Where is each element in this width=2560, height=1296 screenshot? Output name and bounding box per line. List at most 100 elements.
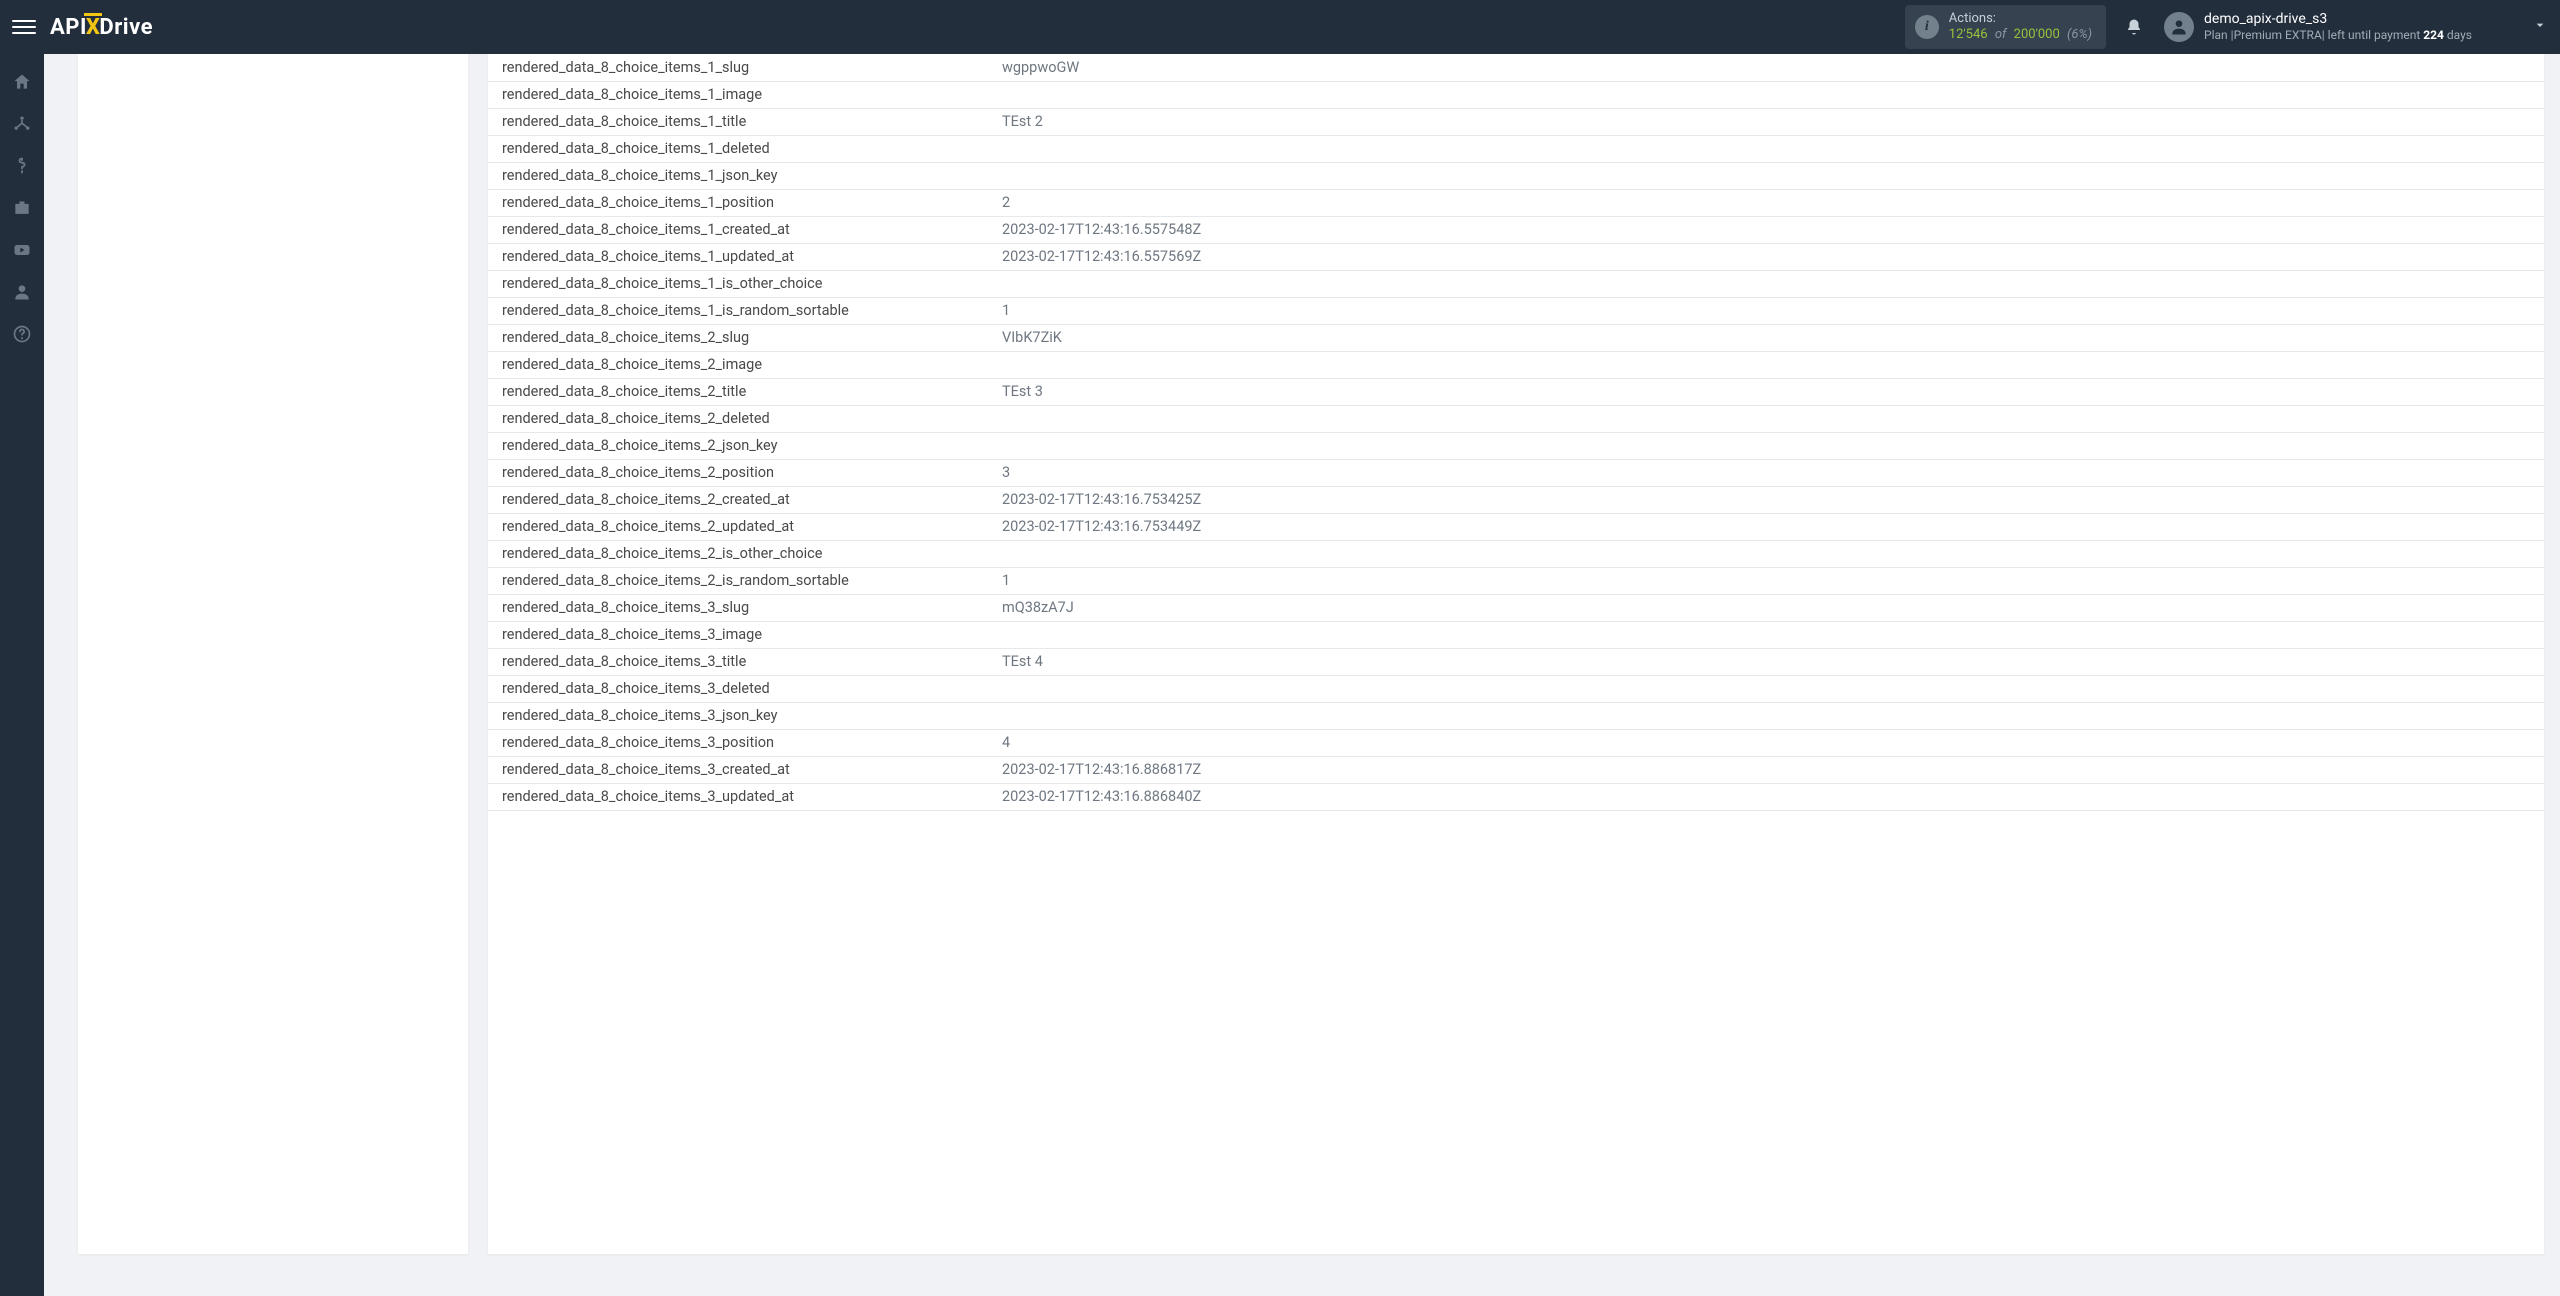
- row-key: rendered_data_8_choice_items_3_slug: [488, 594, 988, 621]
- row-value: [988, 702, 2544, 729]
- table-row: rendered_data_8_choice_items_1_slugwgppw…: [488, 54, 2544, 81]
- info-icon: i: [1915, 15, 1939, 39]
- table-row: rendered_data_8_choice_items_1_image: [488, 81, 2544, 108]
- row-key: rendered_data_8_choice_items_3_title: [488, 648, 988, 675]
- left-sidebar: [0, 54, 44, 1296]
- row-value: wgppwoGW: [988, 54, 2544, 81]
- row-key: rendered_data_8_choice_items_2_deleted: [488, 405, 988, 432]
- logo-api: API: [50, 15, 87, 40]
- row-value: [988, 432, 2544, 459]
- row-value: mQ38zA7J: [988, 594, 2544, 621]
- table-row: rendered_data_8_choice_items_2_json_key: [488, 432, 2544, 459]
- table-row: rendered_data_8_choice_items_3_created_a…: [488, 756, 2544, 783]
- row-value: 2023-02-17T12:43:16.557569Z: [988, 243, 2544, 270]
- row-key: rendered_data_8_choice_items_1_updated_a…: [488, 243, 988, 270]
- sidebar-account[interactable]: [4, 274, 40, 310]
- row-value: [988, 81, 2544, 108]
- row-key: rendered_data_8_choice_items_1_title: [488, 108, 988, 135]
- table-row: rendered_data_8_choice_items_1_is_random…: [488, 297, 2544, 324]
- row-key: rendered_data_8_choice_items_2_is_random…: [488, 567, 988, 594]
- sidebar-home[interactable]: [4, 64, 40, 100]
- table-row: rendered_data_8_choice_items_1_deleted: [488, 135, 2544, 162]
- actions-label: Actions:: [1949, 11, 2092, 27]
- row-value: 4: [988, 729, 2544, 756]
- row-value: TEst 3: [988, 378, 2544, 405]
- table-row: rendered_data_8_choice_items_1_is_other_…: [488, 270, 2544, 297]
- table-row: rendered_data_8_choice_items_3_titleTEst…: [488, 648, 2544, 675]
- actions-of: of: [1995, 27, 2007, 42]
- user-meta: demo_apix-drive_s3 Plan |Premium EXTRA| …: [2204, 11, 2472, 44]
- user-menu[interactable]: demo_apix-drive_s3 Plan |Premium EXTRA| …: [2164, 11, 2472, 44]
- row-value: 3: [988, 459, 2544, 486]
- table-row: rendered_data_8_choice_items_2_updated_a…: [488, 513, 2544, 540]
- row-value: 2023-02-17T12:43:16.557548Z: [988, 216, 2544, 243]
- left-panel: [78, 54, 468, 1254]
- user-plan: Plan |Premium EXTRA| left until payment …: [2204, 28, 2472, 43]
- sidebar-connections[interactable]: [4, 106, 40, 142]
- menu-toggle-button[interactable]: [12, 15, 36, 39]
- table-row: rendered_data_8_choice_items_1_position2: [488, 189, 2544, 216]
- row-value: 2023-02-17T12:43:16.886840Z: [988, 783, 2544, 810]
- chevron-down-icon[interactable]: [2532, 17, 2548, 37]
- row-value: 2023-02-17T12:43:16.753449Z: [988, 513, 2544, 540]
- logo[interactable]: APIXDrive: [50, 15, 153, 40]
- row-key: rendered_data_8_choice_items_1_is_other_…: [488, 270, 988, 297]
- row-key: rendered_data_8_choice_items_2_is_other_…: [488, 540, 988, 567]
- row-key: rendered_data_8_choice_items_2_image: [488, 351, 988, 378]
- row-key: rendered_data_8_choice_items_2_json_key: [488, 432, 988, 459]
- user-name: demo_apix-drive_s3: [2204, 11, 2472, 29]
- sidebar-help[interactable]: [4, 316, 40, 352]
- sidebar-billing[interactable]: [4, 148, 40, 184]
- actions-pct: (6%): [2067, 27, 2092, 42]
- row-value: 2023-02-17T12:43:16.753425Z: [988, 486, 2544, 513]
- row-key: rendered_data_8_choice_items_1_created_a…: [488, 216, 988, 243]
- sidebar-briefcase[interactable]: [4, 190, 40, 226]
- row-key: rendered_data_8_choice_items_2_position: [488, 459, 988, 486]
- row-key: rendered_data_8_choice_items_3_json_key: [488, 702, 988, 729]
- row-value: [988, 162, 2544, 189]
- row-value: [988, 135, 2544, 162]
- actions-badge[interactable]: i Actions: 12'546 of 200'000 (6%): [1905, 5, 2106, 48]
- table-row: rendered_data_8_choice_items_2_position3: [488, 459, 2544, 486]
- actions-total: 200'000: [2014, 27, 2060, 42]
- table-row: rendered_data_8_choice_items_2_is_other_…: [488, 540, 2544, 567]
- data-table: rendered_data_8_choice_items_1_slugwgppw…: [488, 54, 2544, 811]
- row-value: 2: [988, 189, 2544, 216]
- row-key: rendered_data_8_choice_items_2_slug: [488, 324, 988, 351]
- row-value: [988, 270, 2544, 297]
- table-row: rendered_data_8_choice_items_2_created_a…: [488, 486, 2544, 513]
- logo-x: X: [86, 15, 101, 40]
- table-row: rendered_data_8_choice_items_1_created_a…: [488, 216, 2544, 243]
- row-key: rendered_data_8_choice_items_1_position: [488, 189, 988, 216]
- sidebar-video[interactable]: [4, 232, 40, 268]
- avatar-icon: [2164, 12, 2194, 42]
- table-row: rendered_data_8_choice_items_1_json_key: [488, 162, 2544, 189]
- actions-count: 12'546: [1949, 27, 1988, 42]
- row-value: TEst 4: [988, 648, 2544, 675]
- table-row: rendered_data_8_choice_items_2_deleted: [488, 405, 2544, 432]
- table-row: rendered_data_8_choice_items_2_image: [488, 351, 2544, 378]
- table-row: rendered_data_8_choice_items_3_json_key: [488, 702, 2544, 729]
- table-row: rendered_data_8_choice_items_2_is_random…: [488, 567, 2544, 594]
- row-key: rendered_data_8_choice_items_3_updated_a…: [488, 783, 988, 810]
- row-key: rendered_data_8_choice_items_3_deleted: [488, 675, 988, 702]
- row-key: rendered_data_8_choice_items_3_position: [488, 729, 988, 756]
- main-content: rendered_data_8_choice_items_1_slugwgppw…: [44, 54, 2560, 1296]
- table-row: rendered_data_8_choice_items_3_slugmQ38z…: [488, 594, 2544, 621]
- data-panel: rendered_data_8_choice_items_1_slugwgppw…: [488, 54, 2544, 1254]
- table-row: rendered_data_8_choice_items_1_titleTEst…: [488, 108, 2544, 135]
- row-value: VIbK7ZiK: [988, 324, 2544, 351]
- row-key: rendered_data_8_choice_items_1_deleted: [488, 135, 988, 162]
- row-key: rendered_data_8_choice_items_2_title: [488, 378, 988, 405]
- row-key: rendered_data_8_choice_items_2_updated_a…: [488, 513, 988, 540]
- row-value: [988, 351, 2544, 378]
- notifications-button[interactable]: [2124, 17, 2144, 37]
- row-key: rendered_data_8_choice_items_3_image: [488, 621, 988, 648]
- top-header: APIXDrive i Actions: 12'546 of 200'000 (…: [0, 0, 2560, 54]
- row-key: rendered_data_8_choice_items_1_json_key: [488, 162, 988, 189]
- actions-text: Actions: 12'546 of 200'000 (6%): [1949, 11, 2092, 42]
- table-row: rendered_data_8_choice_items_3_position4: [488, 729, 2544, 756]
- table-row: rendered_data_8_choice_items_3_updated_a…: [488, 783, 2544, 810]
- row-value: [988, 675, 2544, 702]
- table-row: rendered_data_8_choice_items_2_slugVIbK7…: [488, 324, 2544, 351]
